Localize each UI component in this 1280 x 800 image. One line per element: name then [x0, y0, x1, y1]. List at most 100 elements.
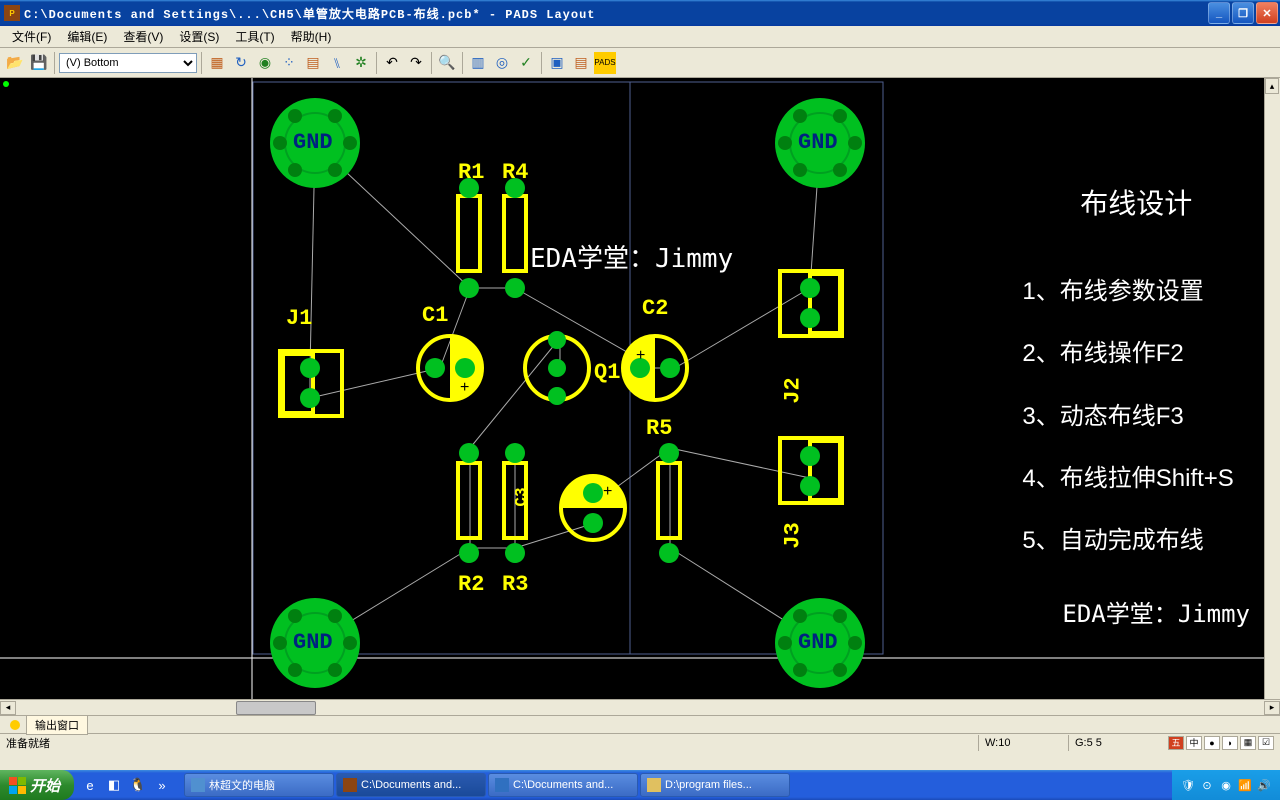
label-j3: J3: [781, 522, 806, 548]
separator: [54, 52, 55, 74]
titlebar: P C:\Documents and Settings\...\CH5\单管放大…: [0, 0, 1280, 26]
menu-view[interactable]: 查看(V): [115, 26, 171, 47]
tool-icon[interactable]: ▥: [467, 52, 489, 74]
scroll-left-icon[interactable]: ◂: [0, 701, 16, 715]
separator: [462, 52, 463, 74]
menu-help[interactable]: 帮助(H): [283, 26, 340, 47]
watermark: EDA学堂：Jimmy: [530, 238, 733, 275]
menu-tool[interactable]: 工具(T): [227, 26, 282, 47]
more-icon[interactable]: »: [152, 774, 172, 796]
pcb-canvas-area: + + + GND GND GND GND R1 R4 R2 R3 R5 C1 …: [0, 78, 1280, 715]
label-r5: R5: [646, 416, 672, 441]
menu-bar: 文件(F) 编辑(E) 查看(V) 设置(S) 工具(T) 帮助(H): [0, 26, 1280, 48]
svg-text:+: +: [636, 347, 645, 364]
side-panel: 布线设计 1、布线参数设置 2、布线操作F2 3、动态布线F3 4、布线拉伸Sh…: [1022, 168, 1250, 645]
tray-icon[interactable]: 📶: [1237, 777, 1253, 793]
system-tray: 🛡 ⊙ ◉ 📶 🔊: [1172, 770, 1280, 800]
tool-icon[interactable]: ✓: [515, 52, 537, 74]
app-icon: [495, 778, 509, 792]
side-item: 2、布线操作F2: [1022, 323, 1250, 385]
side-footer: EDA学堂：Jimmy: [1062, 583, 1250, 645]
close-button[interactable]: ✕: [1256, 2, 1278, 24]
svg-text:+: +: [460, 379, 469, 396]
zoom-icon[interactable]: 🔍: [436, 52, 458, 74]
toolbar: 📂 💾 (V) Bottom ▦ ↻ ◉ ⁘ ▤ ⑊ ✲ ↶ ↷ 🔍 ▥ ◎ ✓…: [0, 48, 1280, 78]
windows-logo-icon: [8, 776, 26, 794]
label-j1: J1: [286, 306, 312, 331]
save-icon[interactable]: 💾: [28, 52, 50, 74]
side-item: 5、自动完成布线: [1022, 510, 1250, 572]
scroll-track[interactable]: [16, 701, 1264, 715]
side-title: 布线设计: [1022, 168, 1250, 241]
start-button[interactable]: 开始: [0, 770, 74, 800]
minimize-button[interactable]: _: [1208, 2, 1230, 24]
menu-setup[interactable]: 设置(S): [171, 26, 227, 47]
tool-icon[interactable]: ▦: [206, 52, 228, 74]
layer-select[interactable]: (V) Bottom: [59, 53, 197, 73]
label-j2: J2: [781, 377, 806, 403]
label-c1: C1: [422, 303, 448, 328]
task-item[interactable]: C:\Documents and...: [488, 773, 638, 797]
ime-icon[interactable]: 五: [1168, 736, 1184, 750]
side-item: 3、动态布线F3: [1022, 386, 1250, 448]
undo-icon[interactable]: ↶: [381, 52, 403, 74]
window-buttons: _ ❐ ✕: [1208, 2, 1278, 24]
ie-icon[interactable]: e: [80, 774, 100, 796]
qq-icon[interactable]: 🐧: [128, 774, 148, 796]
status-icon[interactable]: ●: [1204, 736, 1220, 750]
label-r2: R2: [458, 572, 484, 597]
side-item: 1、布线参数设置: [1022, 261, 1250, 323]
task-item[interactable]: C:\Documents and...: [336, 773, 486, 797]
status-bar: 准备就绪 W:10 G:5 5 五 中 ● ◗ ▦ ☑: [0, 733, 1280, 751]
tool-icon[interactable]: ◉: [254, 52, 276, 74]
tray-icon[interactable]: ◉: [1218, 777, 1234, 793]
tray-icon[interactable]: 🛡: [1180, 777, 1196, 793]
tool-icon[interactable]: ⑊: [326, 52, 348, 74]
menu-file[interactable]: 文件(F): [4, 26, 59, 47]
status-ready: 准备就绪: [6, 735, 978, 751]
window-title: C:\Documents and Settings\...\CH5\单管放大电路…: [24, 5, 1208, 22]
task-item[interactable]: 林超文的电脑: [184, 773, 334, 797]
tray-icon[interactable]: 🔊: [1256, 777, 1272, 793]
folder-icon: [647, 778, 661, 792]
menu-edit[interactable]: 编辑(E): [59, 26, 115, 47]
redo-icon[interactable]: ↷: [405, 52, 427, 74]
tool-icon[interactable]: PADS: [594, 52, 616, 74]
desktop-icon[interactable]: ◧: [104, 774, 124, 796]
output-tab-label[interactable]: 输出窗口: [26, 715, 88, 735]
tool-icon[interactable]: ✲: [350, 52, 372, 74]
open-icon[interactable]: 📂: [4, 52, 26, 74]
horizontal-scrollbar[interactable]: ◂ ▸: [0, 699, 1280, 715]
separator: [431, 52, 432, 74]
maximize-button[interactable]: ❐: [1232, 2, 1254, 24]
task-item[interactable]: D:\program files...: [640, 773, 790, 797]
separator: [376, 52, 377, 74]
status-icon[interactable]: ◗: [1222, 736, 1238, 750]
tray-icon[interactable]: ⊙: [1199, 777, 1215, 793]
scroll-up-icon[interactable]: ▴: [1265, 78, 1279, 94]
label-r4: R4: [502, 160, 528, 185]
tool-icon[interactable]: ▣: [546, 52, 568, 74]
status-icon[interactable]: ▦: [1240, 736, 1256, 750]
svg-text:+: +: [603, 483, 612, 500]
scroll-thumb[interactable]: [236, 701, 316, 715]
refresh-icon[interactable]: ↻: [230, 52, 252, 74]
vertical-scrollbar[interactable]: ▴: [1264, 78, 1280, 699]
taskbar: 开始 e ◧ 🐧 » 林超文的电脑 C:\Documents and... C:…: [0, 770, 1280, 800]
tool-icon[interactable]: ◎: [491, 52, 513, 74]
tool-icon[interactable]: ▤: [302, 52, 324, 74]
label-r1: R1: [458, 160, 484, 185]
status-icon[interactable]: ☑: [1258, 736, 1274, 750]
tool-icon[interactable]: ⁘: [278, 52, 300, 74]
label-q1: Q1: [594, 360, 620, 385]
status-icon[interactable]: 中: [1186, 736, 1202, 750]
label-r3: R3: [502, 572, 528, 597]
status-g: G:5 5: [1068, 735, 1158, 751]
gnd-label: GND: [293, 130, 333, 155]
scroll-right-icon[interactable]: ▸: [1264, 701, 1280, 715]
gnd-label: GND: [798, 630, 838, 655]
gnd-label: GND: [798, 130, 838, 155]
taskbar-tasks: 林超文的电脑 C:\Documents and... C:\Documents …: [184, 773, 1172, 797]
side-item: 4、布线拉伸Shift+S: [1022, 448, 1250, 510]
tool-icon[interactable]: ▤: [570, 52, 592, 74]
